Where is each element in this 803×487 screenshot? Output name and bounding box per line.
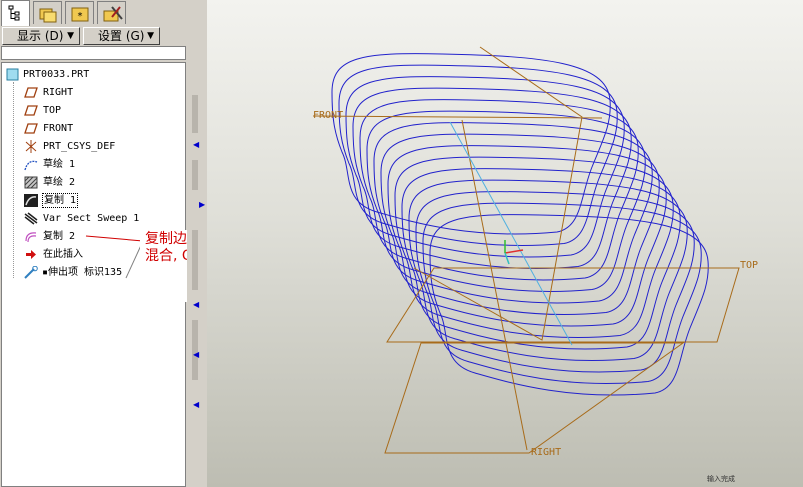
model-graphics: [312, 46, 740, 454]
graphics-viewport[interactable]: FRONT TOP RIGHT 输入完成: [207, 0, 803, 487]
collapse-left-arrow-icon[interactable]: ◀: [193, 350, 199, 359]
expand-right-arrow-icon[interactable]: ▶: [199, 200, 205, 209]
collapse-left-arrow-icon[interactable]: ◀: [193, 400, 199, 409]
coordinate-system-triad: [504, 240, 524, 265]
sweep-section-curve: [331, 53, 611, 235]
status-message: 输入完成: [707, 475, 735, 483]
top-plane-label: TOP: [740, 260, 759, 271]
collapse-left-arrow-icon[interactable]: ◀: [193, 300, 199, 309]
splitter-grip[interactable]: [192, 160, 198, 190]
front-plane-label: FRONT: [313, 110, 344, 121]
splitter-grip[interactable]: [192, 230, 198, 290]
panel-splitter[interactable]: ◀ ▶ ◀ ◀ ◀: [187, 0, 207, 487]
swept-surface-wireframe: [331, 53, 709, 396]
collapse-left-arrow-icon[interactable]: ◀: [193, 140, 199, 149]
right-plane-label: RIGHT: [531, 447, 562, 458]
splitter-grip[interactable]: [192, 95, 198, 133]
